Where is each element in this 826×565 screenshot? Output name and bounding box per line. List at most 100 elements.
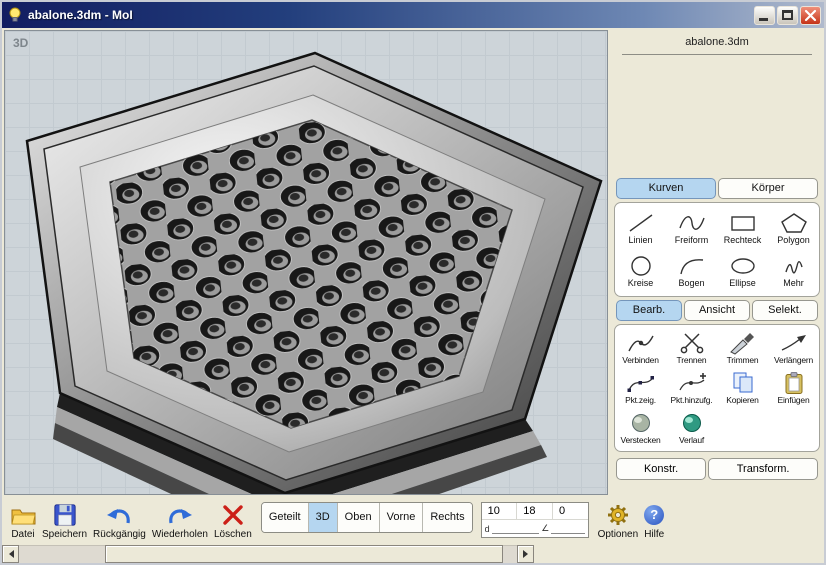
rectangle-icon xyxy=(730,216,755,232)
coord-x-field[interactable]: 10 xyxy=(482,503,518,519)
tool-mehr[interactable]: Mehr xyxy=(768,254,819,288)
triangle-right-icon xyxy=(522,550,532,558)
tool-pkt-zeig[interactable]: Pkt.zeig. xyxy=(615,371,666,405)
tool-kopieren[interactable]: Kopieren xyxy=(717,371,768,405)
xyz-row: 10 18 0 xyxy=(481,503,588,520)
titlebar[interactable]: abalone.3dm - MoI xyxy=(2,2,824,28)
floppy-disk-icon xyxy=(53,504,76,526)
scroll-right-button[interactable] xyxy=(517,545,534,563)
undo-button[interactable]: Rückgängig xyxy=(90,501,149,541)
tool-pkt-hinzufg[interactable]: Pkt.hinzufg. xyxy=(666,371,717,405)
bottom-toolbar: Datei Speichern Rückgängig Wiederholen L… xyxy=(2,497,824,545)
tool-verlauf[interactable]: Verlauf xyxy=(666,411,717,445)
window-controls xyxy=(754,5,821,25)
tool-freiform[interactable]: Freiform xyxy=(666,211,717,245)
minimize-button[interactable] xyxy=(754,5,775,25)
tool-label: Polygon xyxy=(777,235,810,246)
show-points-icon xyxy=(627,376,654,392)
tool-label: Linien xyxy=(628,235,653,246)
tool-label: Verstecken xyxy=(620,435,661,445)
distance-field[interactable] xyxy=(491,523,540,534)
tool-label: Kreise xyxy=(627,277,654,288)
tab-koerper[interactable]: Körper xyxy=(718,178,818,199)
more-squiggle-icon xyxy=(784,260,803,274)
tool-label: Bogen xyxy=(678,277,705,288)
tool-label: Verbinden xyxy=(622,355,659,365)
tool-rechteck[interactable]: Rechteck xyxy=(717,211,768,245)
options-button[interactable]: Optionen xyxy=(595,501,642,541)
angle-label: ∠ xyxy=(541,523,550,533)
tool-label: Kopieren xyxy=(726,395,759,405)
tool-linien[interactable]: Linien xyxy=(615,211,666,245)
tool-einfuegen[interactable]: Einfügen xyxy=(768,371,819,405)
viewport-label[interactable]: 3D xyxy=(13,36,28,50)
coord-z-field[interactable]: 0 xyxy=(553,503,588,519)
tool-label: Freiform xyxy=(674,235,709,246)
tool-label: Pkt.hinzufg. xyxy=(670,395,713,405)
tool-label: Einfügen xyxy=(777,395,810,405)
maximize-icon xyxy=(782,9,793,20)
abalone-board-render xyxy=(25,51,603,494)
tab-kurven[interactable]: Kurven xyxy=(616,178,716,199)
tool-kreise[interactable]: Kreise xyxy=(615,254,666,288)
scrollbar-thumb[interactable] xyxy=(105,545,503,563)
save-label: Speichern xyxy=(42,529,88,540)
redo-label: Wiederholen xyxy=(151,529,208,540)
draw-tab-bar: Kurven Körper xyxy=(615,178,819,199)
tool-verlaengern[interactable]: Verlängern xyxy=(768,331,819,365)
tool-label: Trennen xyxy=(676,355,707,365)
delete-label: Löschen xyxy=(214,529,252,540)
tab-bearb[interactable]: Bearb. xyxy=(616,300,682,321)
viewport-3d[interactable]: 3D xyxy=(4,30,608,495)
tool-label: Rechteck xyxy=(723,235,762,246)
view-3d-button[interactable]: 3D xyxy=(307,503,337,532)
file-button[interactable]: Datei xyxy=(7,501,39,541)
scrollbar-track[interactable] xyxy=(19,545,517,563)
minimize-icon xyxy=(759,17,768,21)
konstr-button[interactable]: Konstr. xyxy=(616,458,707,480)
scroll-left-button[interactable] xyxy=(2,545,19,563)
angle-field[interactable] xyxy=(551,523,585,534)
coord-y-field[interactable]: 18 xyxy=(517,503,553,519)
hide-sphere-icon xyxy=(631,414,650,432)
close-button[interactable] xyxy=(800,5,821,25)
tool-verbinden[interactable]: Verbinden xyxy=(615,331,666,365)
triangle-left-icon xyxy=(5,550,14,558)
view-geteilt-button[interactable]: Geteilt xyxy=(261,503,308,532)
app-window: abalone.3dm - MoI 3D abalone.3dm Kurven … xyxy=(0,0,826,565)
tool-label: Trimmen xyxy=(726,355,759,365)
copy-pages-icon xyxy=(733,372,752,393)
tab-ansicht[interactable]: Ansicht xyxy=(684,300,750,321)
tool-bogen[interactable]: Bogen xyxy=(666,254,717,288)
transform-button[interactable]: Transform. xyxy=(708,458,818,480)
add-point-icon xyxy=(678,373,706,391)
redo-button[interactable]: Wiederholen xyxy=(149,501,211,541)
polygon-icon xyxy=(780,213,807,234)
save-button[interactable]: Speichern xyxy=(39,501,90,541)
tab-selekt[interactable]: Selekt. xyxy=(752,300,818,321)
tool-trimmen[interactable]: Trimmen xyxy=(717,331,768,365)
undo-label: Rückgängig xyxy=(93,529,146,540)
tool-label: Mehr xyxy=(783,277,804,288)
line-icon xyxy=(629,214,652,232)
paste-clipboard-icon xyxy=(785,372,802,394)
tool-ellipse[interactable]: Ellipse xyxy=(717,254,768,288)
tool-polygon[interactable]: Polygon xyxy=(768,211,819,245)
help-question-icon: ? xyxy=(644,505,665,525)
delete-button[interactable]: Löschen xyxy=(211,501,255,541)
knife-icon xyxy=(729,333,754,355)
edit-tab-bar: Bearb. Ansicht Selekt. xyxy=(615,300,819,321)
curve-toolbox: Linien Freiform Rechteck Polygon Kreise xyxy=(614,202,820,297)
options-label: Optionen xyxy=(597,529,639,540)
view-vorne-button[interactable]: Vorne xyxy=(378,503,423,532)
maximize-button[interactable] xyxy=(777,5,798,25)
tool-trennen[interactable]: Trennen xyxy=(666,331,717,365)
close-x-icon xyxy=(804,9,817,21)
view-rechts-button[interactable]: Rechts xyxy=(422,503,472,532)
gear-icon xyxy=(607,505,628,525)
file-label: Datei xyxy=(11,529,35,540)
view-oben-button[interactable]: Oben xyxy=(336,503,379,532)
window-title: abalone.3dm - MoI xyxy=(28,8,133,22)
help-button[interactable]: ? Hilfe xyxy=(641,501,667,541)
tool-verstecken[interactable]: Verstecken xyxy=(615,411,666,445)
